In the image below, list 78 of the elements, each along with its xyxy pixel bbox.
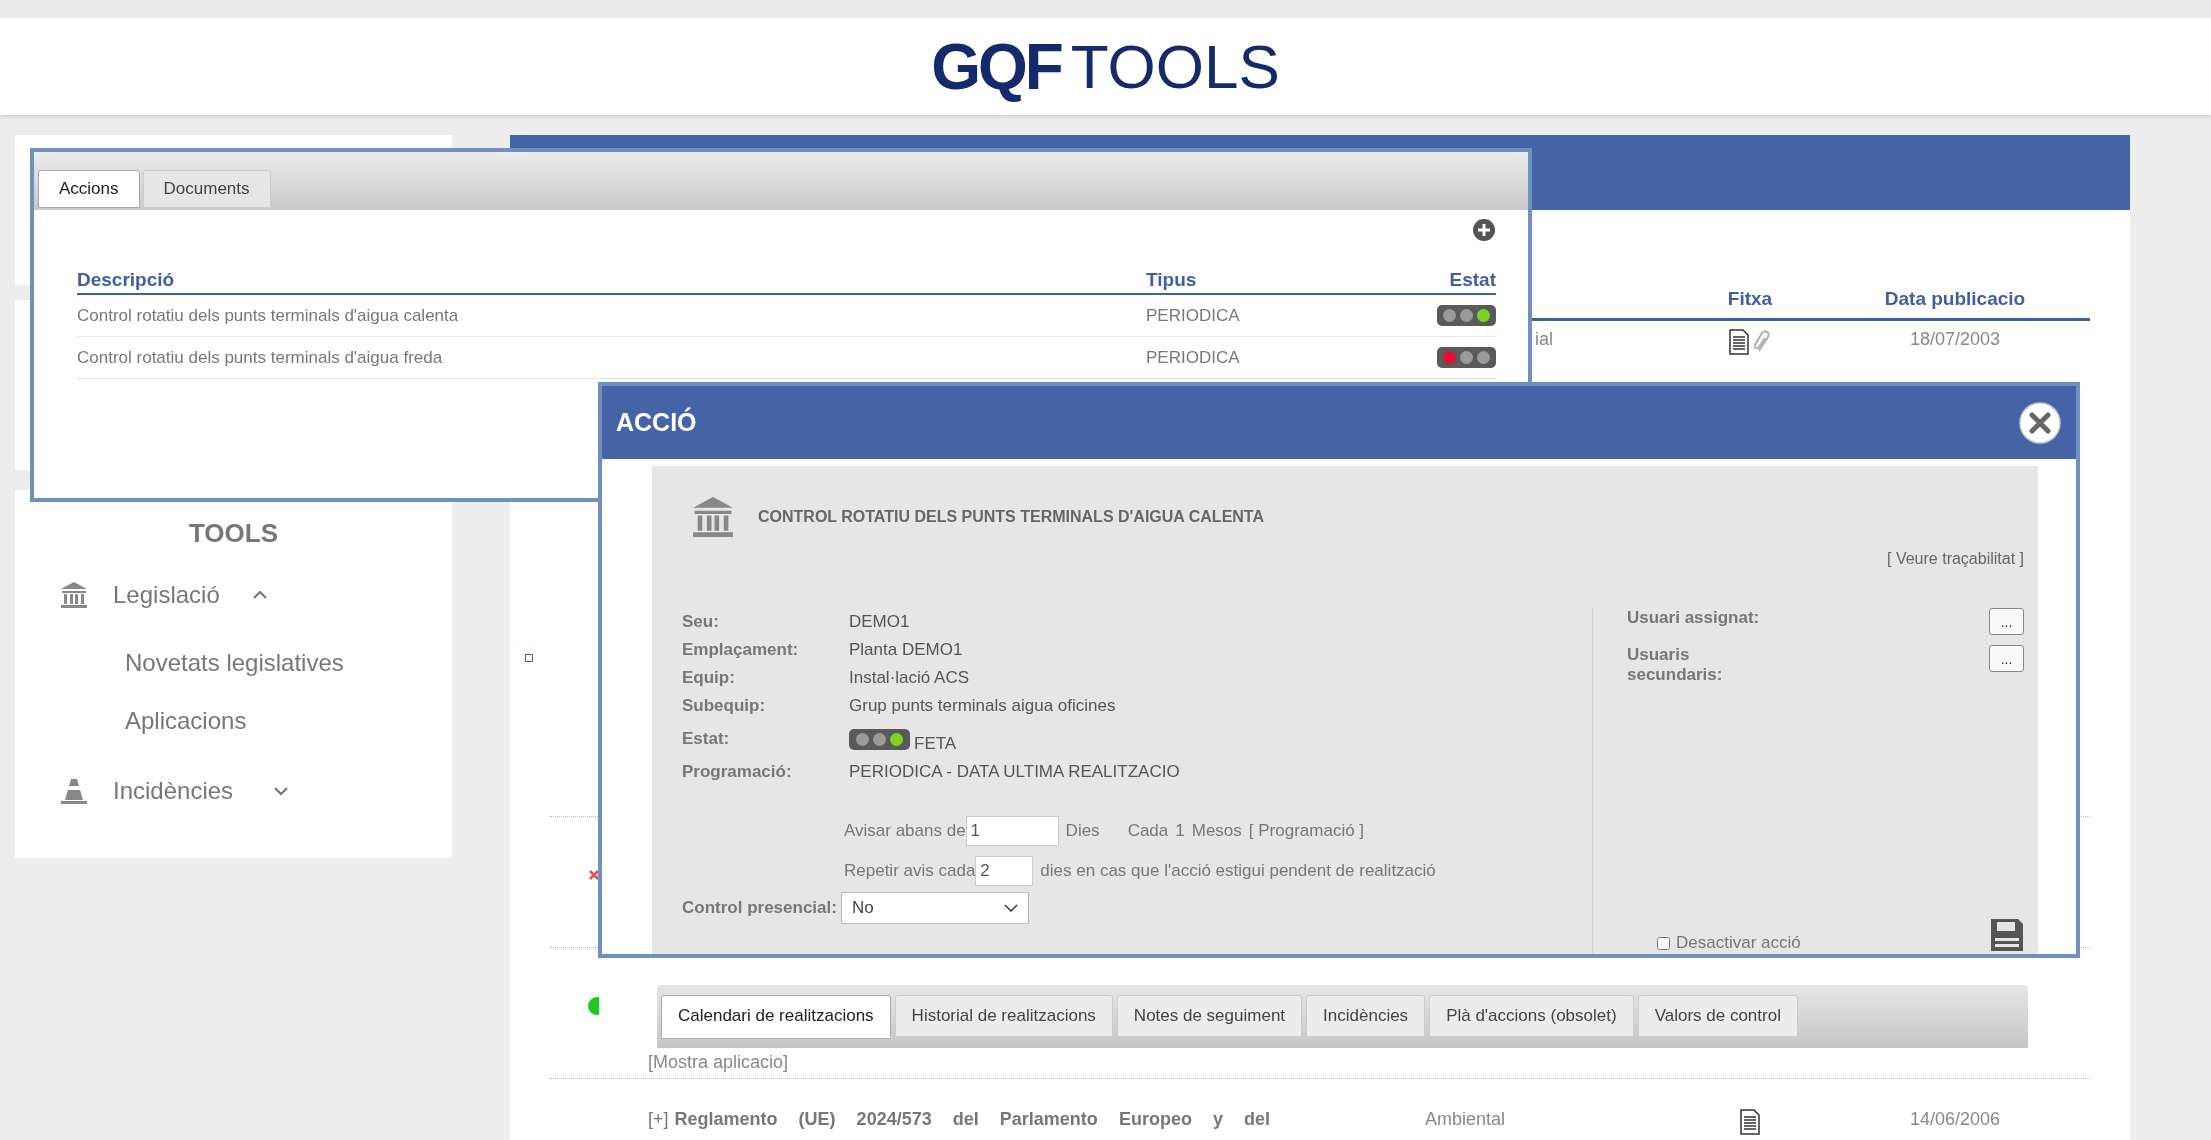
period-value: 1	[1175, 821, 1185, 841]
sidebar-subitem[interactable]: Novetats legislatives	[15, 634, 452, 692]
tab[interactable]: Historial de realitzacions	[894, 995, 1113, 1037]
document-icon[interactable]	[1740, 1109, 1760, 1135]
bank-icon	[59, 580, 89, 610]
field-value: DEMO1	[849, 612, 910, 632]
schedule-link[interactable]: [ Programació ]	[1248, 821, 1365, 841]
dialog-title: ACCIÓ	[616, 408, 697, 437]
chevron-up-icon[interactable]	[251, 590, 268, 600]
sidebar-title: TOOLS	[188, 518, 279, 549]
field-value: Grup punts terminals aigua oficines	[849, 696, 1116, 716]
field-label: Subequip:	[682, 696, 767, 716]
add-icon[interactable]	[1472, 218, 1496, 242]
description-cell[interactable]: Control rotatiu dels punts terminals d'aigua freda	[77, 347, 1146, 368]
regulation-title[interactable]: Reglamento (UE) 2024/573 del Parlamento Europeo y del	[674, 1109, 1270, 1140]
traffic-light	[1437, 347, 1496, 368]
notice-label: dies en cas que l'acció estigui pendent de realització	[1040, 861, 1436, 881]
tab[interactable]: Notes de seguiment	[1116, 995, 1303, 1037]
column-header: Tipus	[1146, 269, 1198, 291]
type-cell-text: PERIODICA	[1146, 347, 1241, 368]
action-heading: CONTROL ROTATIU DELS PUNTS TERMINALS D'AIGUA CALENTA	[758, 508, 1264, 526]
select-field[interactable]: No	[840, 892, 1029, 924]
column-header: Data publicacio	[1883, 288, 2027, 311]
tab[interactable]: Valors de control	[1637, 995, 1798, 1037]
pick-button[interactable]: ...	[1989, 645, 2024, 672]
field-label: Seu:	[682, 612, 720, 632]
notice-label: Avisar abans de	[844, 821, 966, 841]
unit-label: Mesos	[1191, 821, 1242, 841]
square-icon	[525, 654, 533, 662]
document-icon[interactable]	[1728, 329, 1749, 355]
sidebar-subitem[interactable]: Aplicacions	[15, 692, 452, 750]
column-header: Descripció	[77, 269, 176, 291]
checkbox-label[interactable]: Desactivar acció	[1676, 933, 1801, 953]
chevron-down-icon[interactable]	[273, 786, 290, 796]
field-value: PERIODICA - DATA ULTIMA REALITZACIO	[849, 762, 1180, 782]
tab[interactable]: Incidències	[1306, 995, 1426, 1037]
field-label: Emplaçament:	[682, 640, 800, 660]
expand-link[interactable]: [+]	[648, 1109, 669, 1140]
field-value: Instal·lació ACS	[849, 668, 969, 688]
unit-label: Dies	[1065, 821, 1100, 841]
close-icon[interactable]	[2018, 400, 2062, 445]
date-cell: 18/07/2003	[1909, 329, 2001, 349]
type-cell-text: PERIODICA	[1146, 305, 1241, 326]
notice-label: Cada	[1127, 821, 1169, 841]
caret-icon[interactable]	[1003, 904, 1018, 912]
save-icon[interactable]	[1990, 918, 2024, 952]
category-cell: Ambiental	[1425, 1109, 1506, 1129]
tab[interactable]: Accions	[38, 170, 140, 208]
field-label: Usuari assignat:	[1627, 608, 1761, 628]
sidebar-item[interactable]: Incidències	[113, 777, 234, 805]
tab[interactable]: Plà d'accions (obsolet)	[1429, 995, 1634, 1037]
traffic-light	[849, 728, 910, 750]
tab[interactable]: Documents	[142, 170, 271, 208]
checkbox[interactable]	[1657, 936, 1670, 950]
cross-icon	[588, 869, 600, 881]
column-header: Fitxa	[1726, 288, 1774, 311]
field-label: Usuaris secundaris:	[1627, 645, 1724, 685]
input-field[interactable]: 1	[965, 816, 1059, 846]
bank-icon	[690, 494, 736, 540]
trace-link[interactable]: [ Veure traçabilitat ]	[1887, 550, 2024, 567]
column-header: Estat	[1448, 269, 1496, 291]
input-field[interactable]: 2	[975, 856, 1034, 886]
pick-button[interactable]: ...	[1989, 608, 2024, 635]
field-label: Estat:	[682, 729, 731, 749]
tab[interactable]: Calendari de realitzacions	[661, 995, 891, 1039]
category-cell: ial	[1535, 329, 1553, 349]
field-value: Planta DEMO1	[849, 640, 963, 660]
field-value: FETA	[914, 734, 957, 754]
description-cell[interactable]: Control rotatiu dels punts terminals d'aigua calenta	[77, 305, 1146, 326]
field-label: Programació:	[682, 762, 793, 782]
date-cell: 14/06/2006	[1909, 1109, 2001, 1129]
field-label: Control presencial:	[682, 898, 837, 918]
notice-label: Repetir avis cada	[844, 861, 976, 881]
logo-text[interactable]: TOOLS	[1070, 35, 1280, 98]
cone-icon	[59, 776, 89, 806]
sidebar-item[interactable]: Legislació	[113, 581, 220, 609]
field-label: Equip:	[682, 668, 736, 688]
traffic-light	[1437, 305, 1496, 326]
